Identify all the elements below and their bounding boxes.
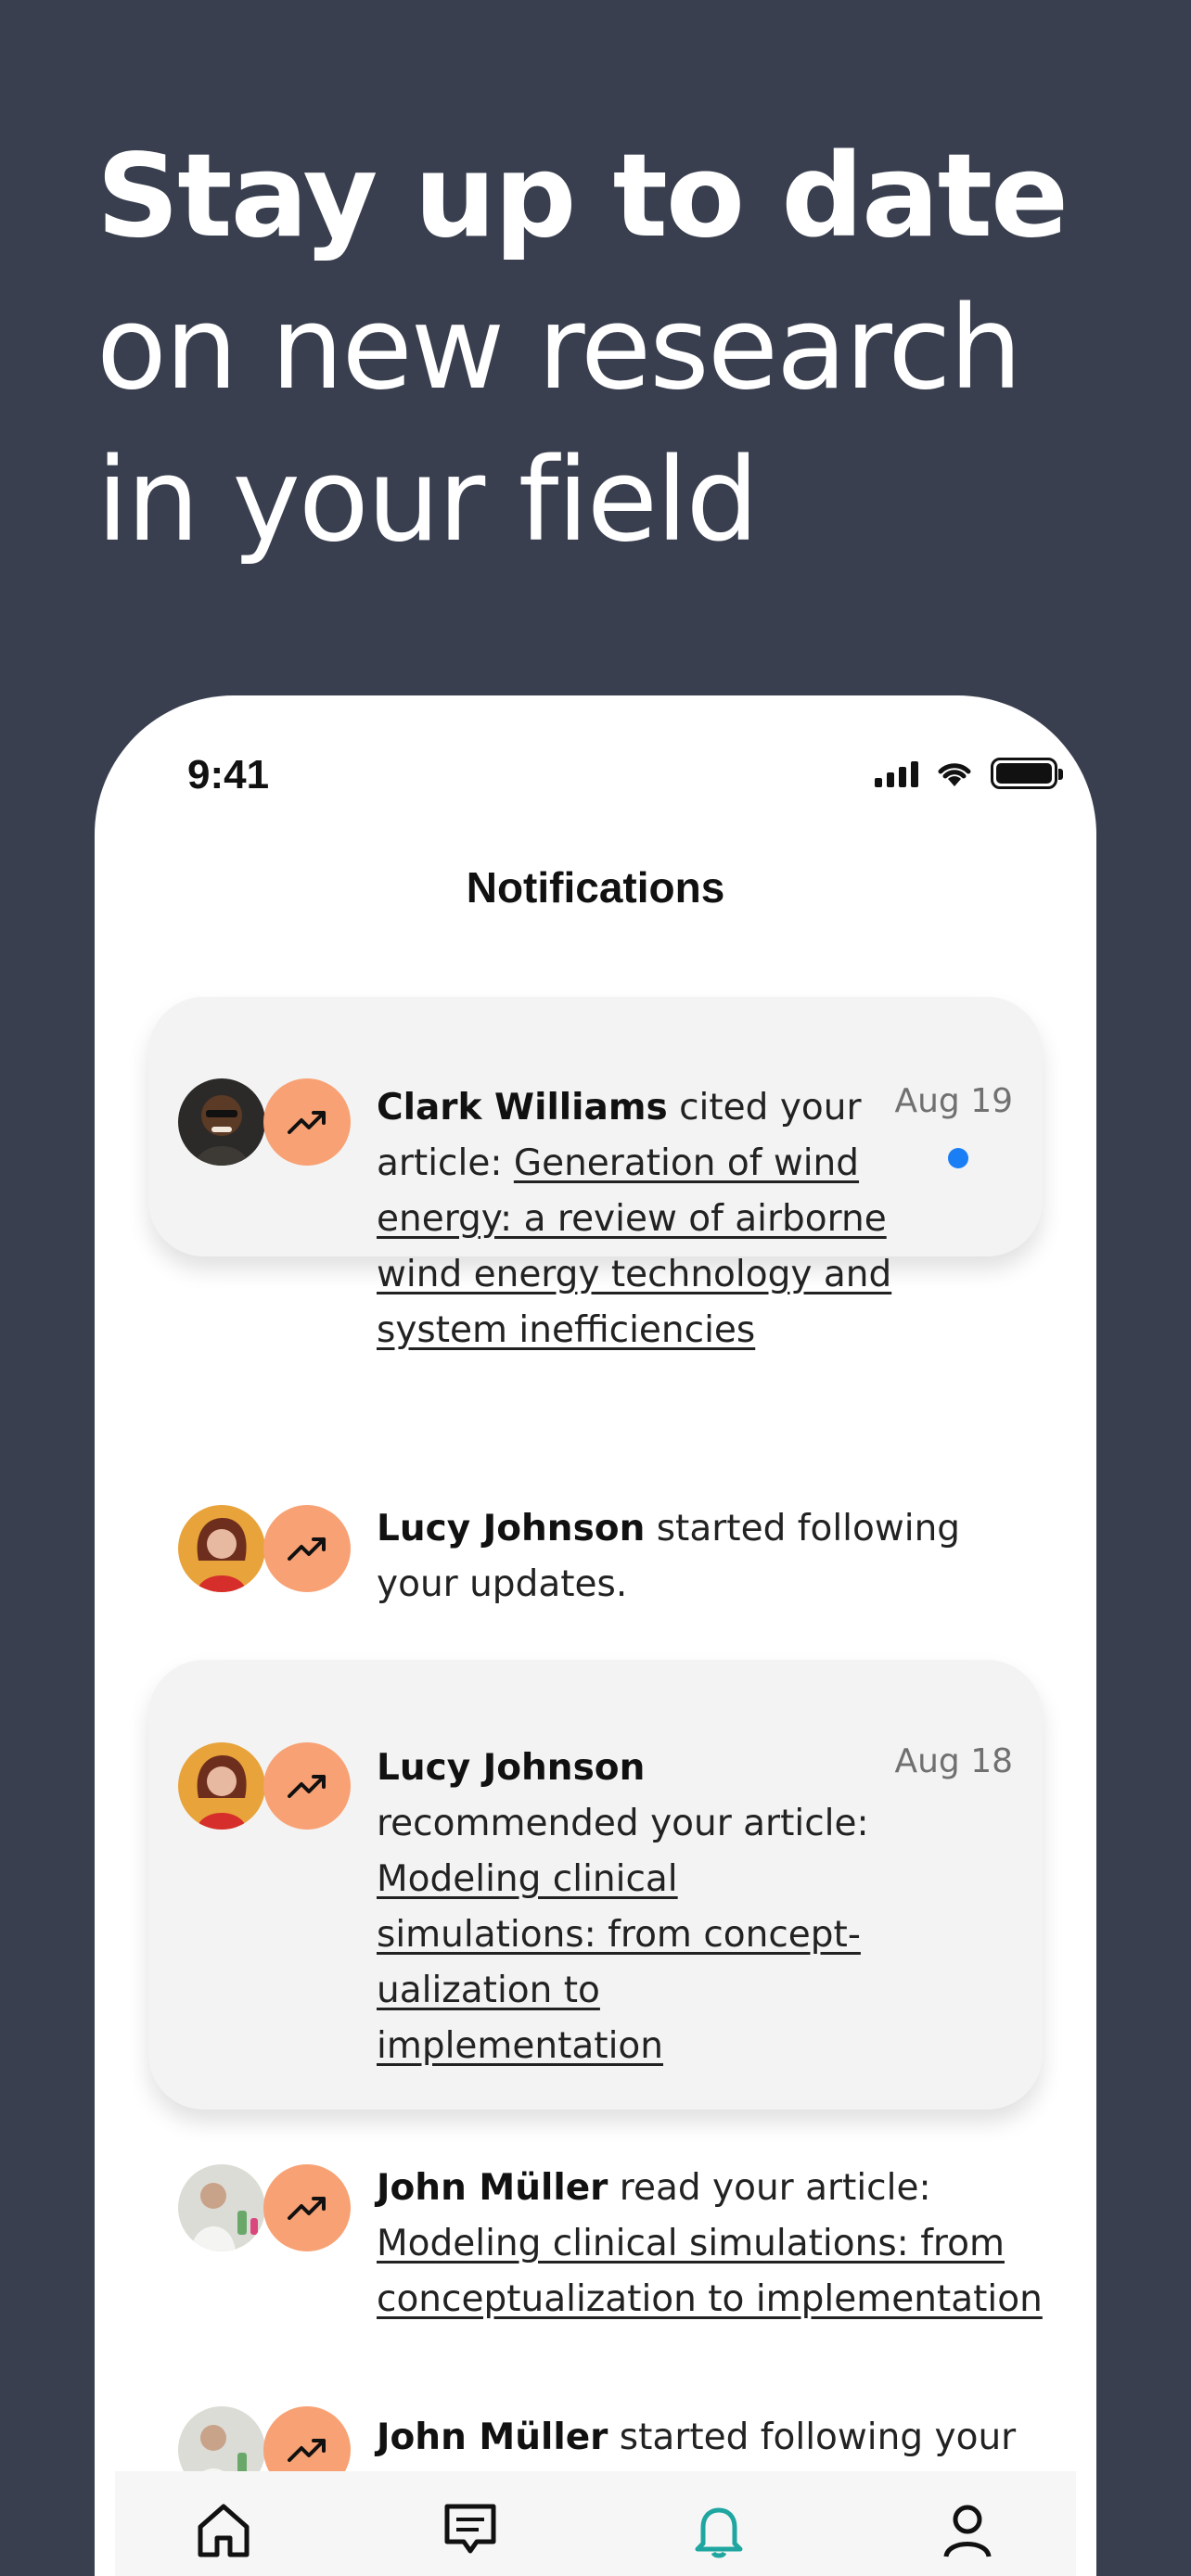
notification-actor: Lucy Johnson <box>377 1508 646 1549</box>
tab-bar <box>115 2471 1076 2576</box>
notification-text: John Müller read your article: Modeling … <box>377 2161 1082 2327</box>
avatar-john-muller <box>178 2164 265 2251</box>
notification-text: Clark Williams cited your article: Gener… <box>377 1080 896 1358</box>
notification-text: John Müller started following your <box>377 2410 1043 2466</box>
notification-actor: John Müller <box>377 2167 608 2209</box>
notification-action: recommended your article: <box>377 1803 869 1844</box>
notification-item[interactable]: Lucy Johnson started following your upda… <box>148 1490 1043 1620</box>
article-link[interactable]: Modeling clinical simulations: from conc… <box>377 1858 861 2067</box>
notification-avatars <box>178 2406 354 2480</box>
avatar-lucy-johnson <box>178 1505 265 1592</box>
battery-icon <box>991 758 1063 789</box>
messages-icon[interactable] <box>438 2501 503 2575</box>
notification-avatars <box>178 1505 354 1592</box>
notification-text: Lucy Johnson started following your upda… <box>377 1501 1026 1613</box>
avatar-john-muller <box>178 2406 265 2480</box>
notification-avatars <box>178 2164 354 2251</box>
cellular-signal-icon <box>875 759 918 787</box>
phone-mockup: 9:41 Notifications Clark Williams cited … <box>95 695 1096 2576</box>
notification-actor: Clark Williams <box>377 1087 668 1129</box>
trending-up-icon <box>263 2406 351 2480</box>
notification-avatars <box>178 1078 354 1166</box>
notification-item[interactable]: John Müller started following your <box>148 2406 1043 2480</box>
headline-line-3: in your field <box>96 434 759 567</box>
status-bar: 9:41 <box>95 746 1096 811</box>
trending-up-icon <box>263 1078 351 1166</box>
notification-date: Aug 18 <box>894 1742 1013 1780</box>
avatar-lucy-johnson <box>178 1742 265 1830</box>
wifi-icon <box>938 763 971 786</box>
profile-icon[interactable] <box>935 2501 1000 2575</box>
headline-line-1: Stay up to date <box>96 130 1069 263</box>
page-title: Notifications <box>466 863 725 912</box>
notification-action: read your article: <box>608 2167 931 2209</box>
notification-item[interactable]: John Müller read your article: Modeling … <box>148 2161 1043 2320</box>
home-icon[interactable] <box>191 2501 256 2575</box>
status-time: 9:41 <box>187 752 270 797</box>
trending-up-icon <box>263 1505 351 1592</box>
promo-headline: Stay up to date on new research in your … <box>96 121 1069 577</box>
trending-up-icon <box>263 1742 351 1830</box>
notification-item[interactable]: Clark Williams cited your article: Gener… <box>148 997 1043 1351</box>
notification-item[interactable]: Lucy Johnson recommended your article: M… <box>148 1660 1043 2110</box>
status-icons <box>875 758 1063 789</box>
notification-action: started following your <box>608 2417 1017 2458</box>
app-store-promo-screen: Stay up to date on new research in your … <box>0 0 1191 2576</box>
notification-actor: John Müller <box>377 2417 608 2458</box>
notifications-bell-icon[interactable] <box>686 2501 751 2575</box>
avatar-clark-williams <box>178 1078 265 1166</box>
notification-avatars <box>178 1742 354 1830</box>
headline-line-2: on new research <box>96 282 1022 415</box>
trending-up-icon <box>263 2164 351 2251</box>
notification-date: Aug 19 <box>894 1082 1013 1120</box>
unread-indicator <box>948 1148 968 1168</box>
notification-text: Lucy Johnson recommended your article: M… <box>377 1741 896 2074</box>
notification-actor: Lucy Johnson <box>377 1747 646 1789</box>
article-link[interactable]: Modeling clinical simulations: from conc… <box>377 2223 1043 2320</box>
